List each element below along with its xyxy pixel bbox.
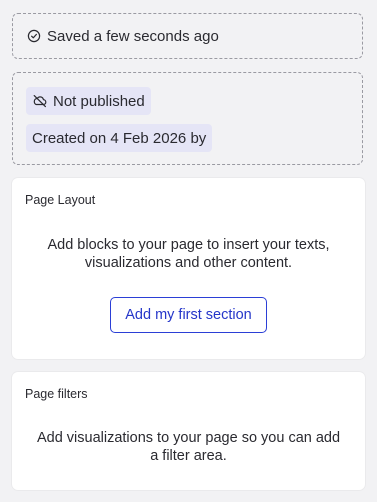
created-info-text: Created on 4 Feb 2026 by (32, 129, 207, 147)
add-first-section-button[interactable]: Add my first section (110, 297, 267, 333)
page-filters-description: Add visualizations to your page so you c… (36, 430, 341, 464)
check-circle-icon (27, 29, 41, 43)
save-status-text: Saved a few seconds ago (47, 27, 219, 45)
page-layout-description: Add blocks to your page to insert your t… (47, 237, 330, 271)
save-status-card: Saved a few seconds ago (12, 13, 363, 59)
cloud-off-icon (32, 93, 48, 109)
publish-info-card: Not published Created on 4 Feb 2026 by (12, 72, 363, 165)
page-layout-card: Page Layout Add blocks to your page to i… (12, 178, 365, 359)
page-layout-heading: Page Layout (25, 193, 96, 207)
publish-status-badge: Not published (26, 87, 151, 115)
created-info-badge: Created on 4 Feb 2026 by (26, 124, 213, 152)
page-filters-heading: Page filters (25, 387, 88, 401)
publish-status-text: Not published (53, 92, 145, 110)
page-filters-card: Page filters Add visualizations to your … (12, 372, 365, 490)
